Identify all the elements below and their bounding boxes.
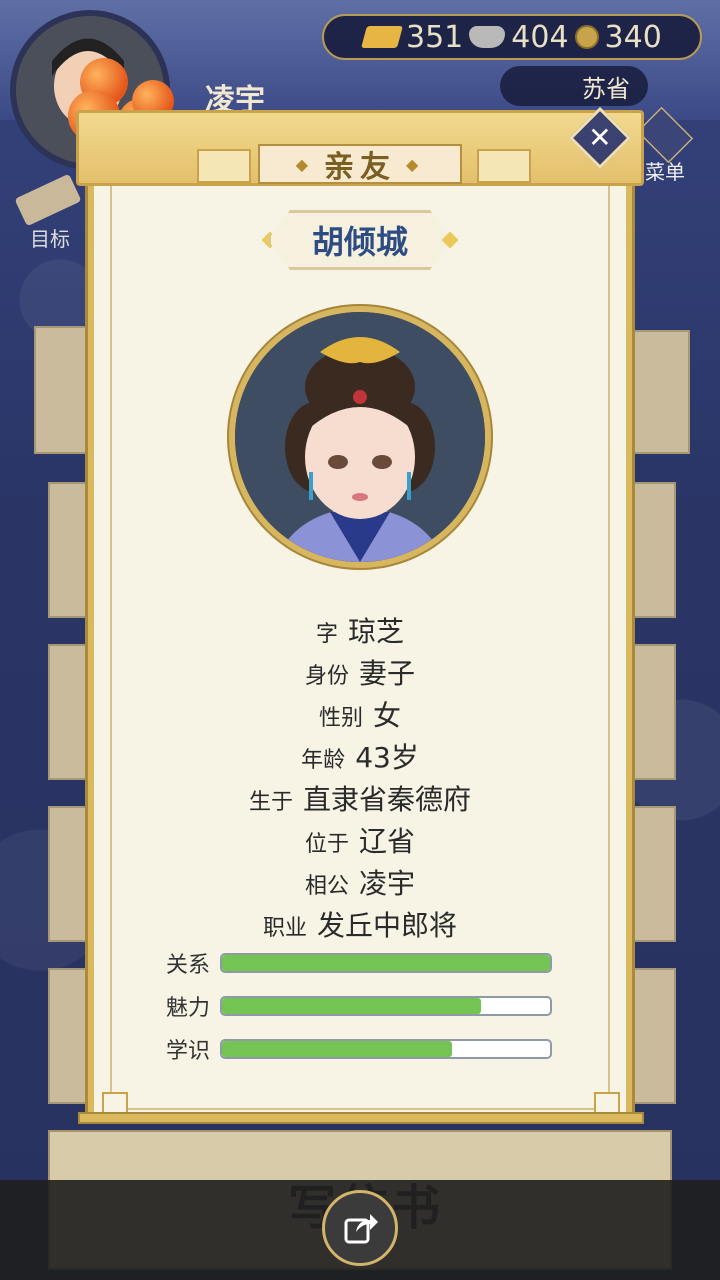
relative-name: 胡倾城 — [311, 223, 408, 261]
dialog-title-text: 亲友 — [324, 150, 396, 185]
stat-bar-track — [220, 1039, 552, 1059]
share-button[interactable] — [322, 1190, 398, 1266]
currency-bar: 351 404 340 — [322, 14, 702, 60]
coin-amount: 340 — [604, 19, 662, 55]
detail-gender: 性别女 — [318, 699, 402, 732]
silver-amount: 404 — [511, 19, 569, 55]
close-icon: ✕ — [588, 121, 612, 154]
goal-button[interactable]: 目标 — [12, 173, 92, 251]
list-item-card — [628, 806, 676, 942]
detail-courtesy-name: 字琼芝 — [315, 615, 405, 648]
stat-charm: 魅力 — [166, 995, 552, 1021]
dialog-title: ◆ 亲友 ◆ — [258, 144, 462, 185]
detail-identity: 身份 妻子 — [304, 657, 416, 690]
location-label: 苏省 — [582, 74, 630, 103]
list-item-card — [628, 968, 676, 1104]
stat-bar-fill — [222, 1041, 452, 1057]
woman-portrait — [235, 312, 485, 562]
detail-location: 位于 辽省 — [304, 825, 416, 858]
detail-birthplace: 生于 直隶省秦德府 — [248, 783, 472, 816]
stat-knowledge: 学识 — [166, 1038, 552, 1064]
detail-age: 年龄 43岁 — [301, 741, 419, 774]
stat-bar-track — [220, 953, 552, 973]
goal-label: 目标 — [30, 227, 70, 251]
detail-occupation: 职业 发丘中郎将 — [262, 909, 458, 942]
stat-bar-track — [220, 996, 552, 1016]
gold-ingot-icon — [361, 26, 403, 48]
silver-ingot-icon — [469, 26, 506, 48]
stat-bar-fill — [222, 998, 482, 1014]
menu-icon — [636, 106, 694, 164]
stat-bar-fill — [222, 955, 550, 971]
list-item-card — [628, 482, 676, 618]
location-button[interactable]: 苏省 — [500, 66, 648, 106]
stat-relationship: 关系 — [166, 952, 552, 978]
relative-name-plate: 胡倾城 — [268, 210, 452, 270]
share-icon — [344, 1214, 378, 1244]
relative-portrait — [229, 306, 491, 568]
list-item-card — [626, 330, 690, 454]
gold-amount: 351 — [406, 19, 464, 55]
list-item-card — [628, 644, 676, 780]
copper-coin-icon — [574, 25, 599, 49]
header-ornament — [197, 149, 251, 183]
detail-husband: 相公 凌宇 — [304, 867, 416, 900]
header-ornament — [477, 149, 531, 183]
dialog-bottom-rail — [78, 1112, 644, 1124]
